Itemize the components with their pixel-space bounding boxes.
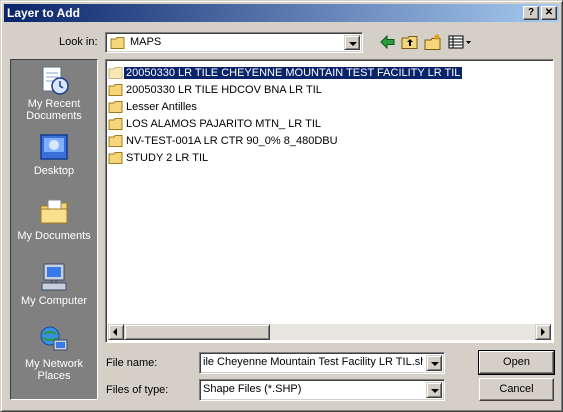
scroll-thumb[interactable] (124, 324, 270, 340)
places-my-documents-label: My Documents (17, 230, 91, 242)
folder-icon (110, 36, 126, 50)
my-computer-icon (38, 261, 70, 293)
scroll-right-button[interactable] (535, 324, 551, 340)
file-name: LOS ALAMOS PAJARITO MTN_ LR TIL (126, 118, 322, 130)
places-my-computer[interactable]: My Computer (11, 261, 97, 307)
dialog-window: Layer to Add ? ✕ Look in: MAPS My Recent… (0, 0, 563, 412)
places-my-documents[interactable]: My Documents (11, 196, 97, 242)
network-places-icon (38, 324, 70, 356)
recent-documents-icon (38, 64, 70, 96)
places-desktop[interactable]: Desktop (11, 131, 97, 177)
horizontal-scrollbar[interactable] (108, 324, 551, 340)
desktop-icon (38, 131, 70, 163)
folder-icon (108, 117, 124, 131)
open-button[interactable]: Open (478, 350, 555, 375)
files-of-type-dropdown-arrow[interactable] (426, 382, 442, 398)
look-in-value: MAPS (130, 36, 162, 48)
my-documents-icon (38, 196, 70, 228)
file-name: 20050330 LR TILE CHEYENNE MOUNTAIN TEST … (122, 66, 464, 80)
places-network[interactable]: My Network Places (11, 324, 97, 382)
places-network-label: My Network Places (24, 358, 84, 382)
places-recent-documents-label: My Recent Documents (26, 98, 82, 122)
file-name-input[interactable]: ile Cheyenne Mountain Test Facility LR T… (199, 352, 445, 374)
file-name: Lesser Antilles (126, 101, 197, 113)
folder-icon (108, 66, 124, 80)
new-folder-icon[interactable] (424, 33, 442, 51)
folder-icon (108, 100, 124, 114)
cancel-button[interactable]: Cancel (479, 378, 554, 401)
window-title: Layer to Add (7, 6, 80, 20)
file-list[interactable]: 20050330 LR TILE CHEYENNE MOUNTAIN TEST … (105, 59, 554, 343)
files-of-type-value: Shape Files (*.SHP) (203, 383, 302, 395)
file-name: 20050330 LR TILE HDCOV BNA LR TIL (126, 84, 322, 96)
places-desktop-label: Desktop (33, 165, 75, 177)
file-name-dropdown-arrow[interactable] (426, 355, 442, 371)
file-name-value: ile Cheyenne Mountain Test Facility LR T… (203, 356, 423, 368)
file-list-item[interactable]: 20050330 LR TILE CHEYENNE MOUNTAIN TEST … (108, 65, 464, 81)
title-bar[interactable]: Layer to Add ? ✕ (4, 4, 559, 22)
help-button[interactable]: ? (523, 6, 539, 20)
file-list-item[interactable]: LOS ALAMOS PAJARITO MTN_ LR TIL (108, 116, 323, 132)
scroll-left-button[interactable] (108, 324, 124, 340)
file-name: NV-TEST-001A LR CTR 90_0% 8_480DBU (126, 135, 338, 147)
file-name-label: File name: (106, 357, 158, 369)
back-arrow-icon[interactable] (379, 33, 397, 51)
files-of-type-label: Files of type: (106, 384, 169, 396)
up-one-level-icon[interactable] (401, 33, 419, 51)
look-in-dropdown[interactable]: MAPS (105, 32, 363, 53)
file-list-item[interactable]: STUDY 2 LR TIL (108, 150, 210, 166)
file-list-item[interactable]: NV-TEST-001A LR CTR 90_0% 8_480DBU (108, 133, 340, 149)
file-name: STUDY 2 LR TIL (126, 152, 209, 164)
file-list-item[interactable]: Lesser Antilles (108, 99, 199, 115)
close-button[interactable]: ✕ (541, 6, 557, 20)
places-recent-documents[interactable]: My Recent Documents (11, 64, 97, 122)
look-in-label: Look in: (59, 36, 98, 48)
places-bar: My Recent Documents Desktop My Documents… (10, 59, 98, 400)
files-of-type-dropdown[interactable]: Shape Files (*.SHP) (199, 379, 445, 401)
view-menu-icon[interactable] (448, 33, 472, 51)
look-in-dropdown-arrow[interactable] (344, 35, 360, 50)
folder-icon (108, 134, 124, 148)
file-list-item[interactable]: 20050330 LR TILE HDCOV BNA LR TIL (108, 82, 324, 98)
folder-icon (108, 151, 124, 165)
folder-icon (108, 83, 124, 97)
places-my-computer-label: My Computer (20, 295, 88, 307)
